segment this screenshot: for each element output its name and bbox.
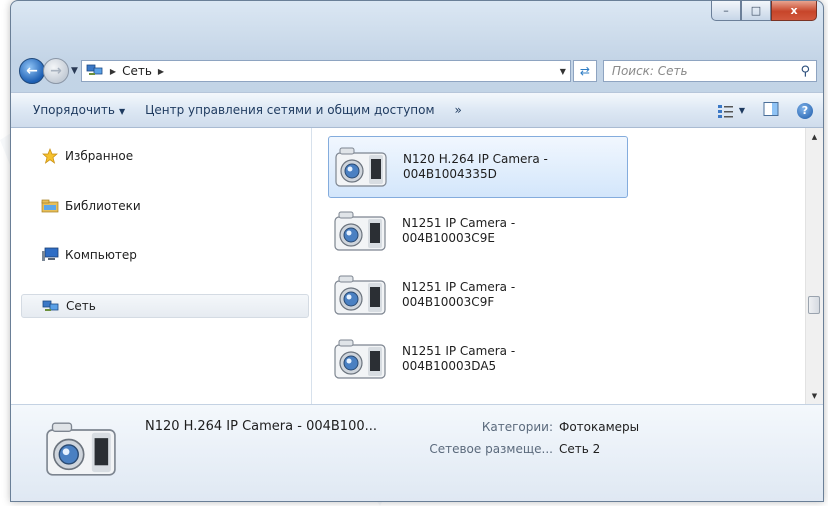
- network-center-button[interactable]: Центр управления сетями и общим доступом: [145, 103, 434, 117]
- file-name: N1251 IP Camera - 004B10003C9E: [402, 216, 516, 245]
- sidebar-item-network[interactable]: Сеть: [21, 294, 309, 318]
- maximize-button[interactable]: □: [741, 1, 771, 21]
- forward-button[interactable]: →: [43, 58, 69, 84]
- minimize-button[interactable]: –: [711, 1, 741, 21]
- address-row: ← → ▼ ▶ Сеть ▶ ▼ ⇄ Поиск: Сеть ⚲: [19, 58, 817, 84]
- view-options-icon: [717, 104, 733, 118]
- list-item[interactable]: N120 H.264 IP Camera - 004B1004335D: [328, 136, 628, 198]
- content-area: Избранное Библиотеки Компьютер Сеть N120…: [11, 128, 823, 404]
- chevron-down-icon: ▼: [738, 106, 745, 115]
- network-icon: [86, 63, 104, 80]
- command-bar: Упорядочить ▼ Центр управления сетями и о…: [11, 92, 823, 128]
- sidebar-item-favorites[interactable]: Избранное: [21, 144, 309, 168]
- search-input[interactable]: Поиск: Сеть: [612, 64, 801, 78]
- library-icon: [41, 199, 59, 213]
- file-name: N1251 IP Camera - 004B10003C9F: [402, 280, 516, 309]
- file-list: N120 H.264 IP Camera - 004B1004335D N125…: [312, 128, 805, 404]
- sidebar-item-label: Компьютер: [65, 248, 137, 262]
- back-button[interactable]: ←: [19, 58, 45, 84]
- toolbar-right: ▼ ?: [717, 101, 813, 120]
- list-item[interactable]: N1251 IP Camera - 004B10003DA5: [328, 328, 628, 390]
- sidebar-item-libraries[interactable]: Библиотеки: [21, 194, 309, 218]
- organize-button[interactable]: Упорядочить ▼: [33, 103, 125, 117]
- details-name: N120 H.264 IP Camera - 004B100...: [145, 419, 378, 434]
- breadcrumb-separator-icon[interactable]: ▶: [158, 67, 164, 76]
- help-button[interactable]: ?: [797, 102, 813, 119]
- explorer-window: – □ x ← → ▼ ▶ Сеть ▶ ▼ ⇄ Поиск: Сеть ⚲ У…: [10, 0, 824, 502]
- address-dropdown-icon[interactable]: ▼: [560, 67, 566, 76]
- scroll-up-icon[interactable]: ▲: [806, 128, 823, 145]
- caption-buttons: – □ x: [711, 1, 817, 21]
- network-icon: [42, 299, 60, 313]
- refresh-icon: ⇄: [579, 64, 590, 78]
- search-box[interactable]: Поиск: Сеть ⚲: [602, 60, 817, 82]
- file-name: N120 H.264 IP Camera - 004B1004335D: [403, 152, 548, 181]
- help-icon: ?: [801, 104, 809, 117]
- category-value: Фотокамеры: [559, 420, 640, 434]
- camera-icon: [43, 419, 119, 482]
- list-item[interactable]: N1251 IP Camera - 004B10003C9F: [328, 264, 628, 326]
- computer-icon: [41, 247, 59, 263]
- breadcrumb-network[interactable]: Сеть: [122, 64, 152, 78]
- organize-label: Упорядочить: [33, 103, 115, 117]
- close-button[interactable]: x: [771, 1, 817, 21]
- camera-icon: [334, 339, 386, 379]
- sidebar-item-label: Избранное: [65, 149, 134, 163]
- refresh-button[interactable]: ⇄: [572, 60, 597, 82]
- file-name: N1251 IP Camera - 004B10003DA5: [402, 344, 516, 373]
- camera-icon: [334, 211, 386, 251]
- vertical-scrollbar[interactable]: ▲ ▼: [805, 128, 823, 404]
- preview-pane-button[interactable]: [763, 101, 779, 120]
- address-bar[interactable]: ▶ Сеть ▶ ▼: [80, 60, 571, 82]
- details-pane: N120 H.264 IP Camera - 004B100... Катего…: [11, 404, 823, 501]
- location-value: Сеть 2: [559, 442, 601, 456]
- scroll-down-icon[interactable]: ▼: [806, 387, 823, 404]
- change-view-button[interactable]: ▼: [717, 103, 745, 119]
- search-icon[interactable]: ⚲: [800, 64, 810, 79]
- arrow-left-icon: ←: [26, 63, 38, 79]
- sidebar-item-label: Библиотеки: [65, 199, 141, 213]
- scrollbar-thumb[interactable]: [808, 296, 820, 314]
- list-item[interactable]: N1251 IP Camera - 004B10003C9E: [328, 200, 628, 262]
- preview-pane-icon: [763, 102, 779, 116]
- sidebar-item-label: Сеть: [66, 299, 96, 313]
- location-label: Сетевое размеще...: [429, 442, 553, 456]
- category-label: Категории:: [481, 420, 553, 434]
- camera-icon: [334, 275, 386, 315]
- star-icon: [41, 148, 59, 164]
- sidebar-item-computer[interactable]: Компьютер: [21, 243, 309, 267]
- navigation-pane: Избранное Библиотеки Компьютер Сеть: [11, 128, 312, 404]
- camera-icon: [335, 147, 387, 187]
- chevron-down-icon: ▼: [118, 107, 126, 116]
- recent-pages-button[interactable]: ▼: [71, 66, 78, 76]
- arrow-right-icon: →: [50, 63, 62, 79]
- more-commands-button[interactable]: »: [455, 103, 462, 117]
- breadcrumb-separator-icon[interactable]: ▶: [110, 67, 116, 76]
